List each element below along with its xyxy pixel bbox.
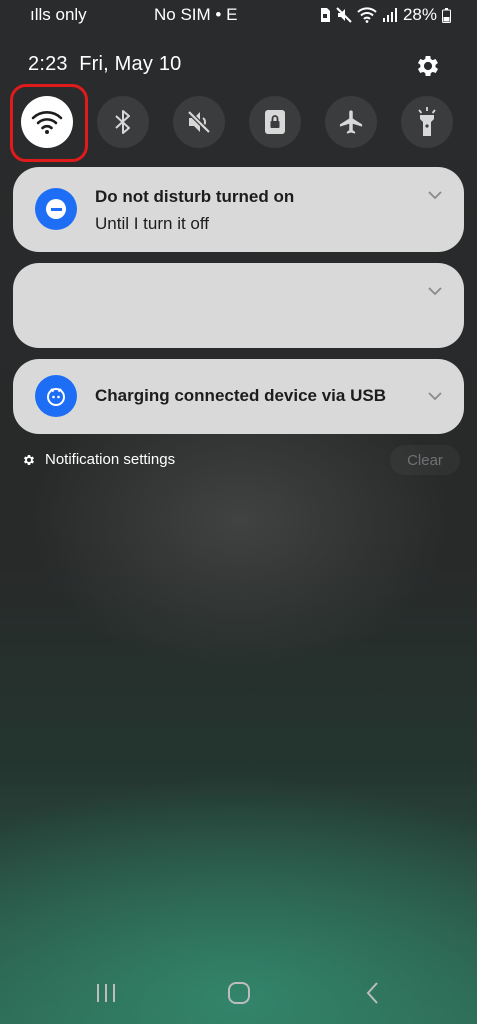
battery-percent: 28% [402,5,437,24]
do-not-disturb-icon [35,188,77,230]
airplane-mode-toggle[interactable] [325,96,377,148]
notification-settings-label: Notification settings [45,451,176,468]
signal-icon [382,8,397,22]
recents-button[interactable] [83,970,129,1016]
mute-icon [336,7,352,23]
usb-charging-icon [35,375,77,417]
wifi-icon [357,7,377,23]
clock-time: 2:23 [28,53,68,75]
back-icon [366,982,378,1004]
quick-toggles [21,96,454,148]
sound-toggle[interactable] [173,96,225,148]
recents-icon [97,984,115,1002]
rotation-lock-icon [265,110,285,134]
sim-lock-icon [320,8,330,22]
home-button[interactable] [216,970,262,1016]
chevron-down-icon[interactable] [428,392,442,401]
status-icons: 28% [319,5,451,25]
notification-usb-charging[interactable]: Charging connected device via USB [13,359,464,434]
rotation-lock-toggle[interactable] [249,96,301,148]
battery-icon [442,7,451,23]
notification-text: Until I turn it off [95,214,210,233]
date-time: 2:23 Fri, May 10 [28,53,181,76]
mute-icon [187,110,211,134]
notification-empty[interactable] [13,263,464,348]
notification-title: Charging connected device via USB [95,386,386,405]
status-bar: ılls only No SIM • E 28% [0,0,477,30]
notification-title: Do not disturb turned on [95,187,295,206]
chevron-down-icon[interactable] [428,287,442,296]
bluetooth-toggle[interactable] [97,96,149,148]
bluetooth-icon [115,110,130,134]
flashlight-icon [418,107,436,136]
carrier-status-center: No SIM • E [154,5,238,24]
home-icon [228,982,250,1004]
back-button[interactable] [350,970,396,1016]
notification-dnd[interactable]: Do not disturb turned on Until I turn it… [13,167,464,252]
clock-date: Fri, May 10 [79,53,182,75]
gear-icon [23,454,35,465]
wifi-toggle[interactable] [21,96,73,148]
airplane-icon [339,110,363,134]
navigation-bar [0,970,477,1016]
notification-settings-button[interactable]: Notification settings [22,451,175,468]
gear-icon [417,55,439,77]
wifi-icon [31,111,63,134]
flashlight-toggle[interactable] [401,96,453,148]
carrier-status-left: ılls only [30,5,87,24]
chevron-down-icon[interactable] [428,191,442,200]
settings-button[interactable] [414,52,442,80]
clear-button[interactable]: Clear [390,445,460,475]
